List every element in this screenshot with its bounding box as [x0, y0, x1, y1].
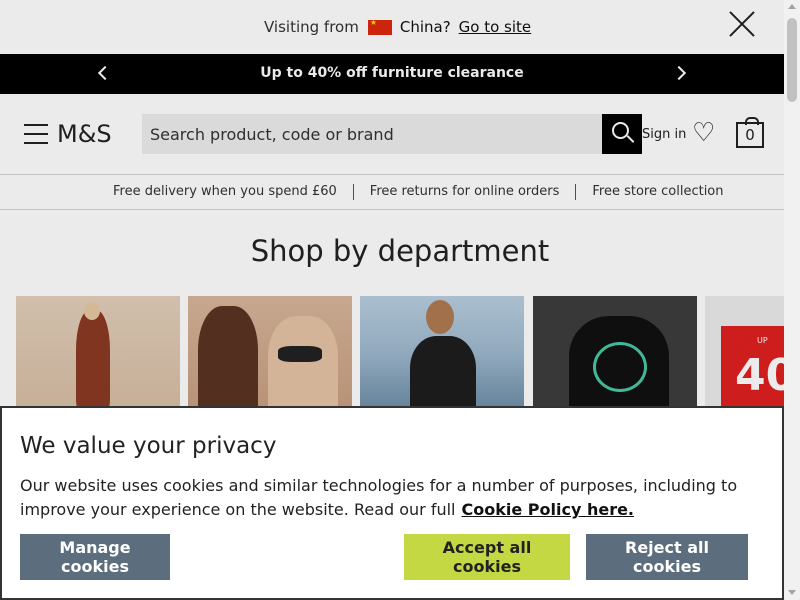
scroll-down-icon[interactable]	[788, 590, 796, 595]
scroll-up-icon[interactable]	[788, 4, 796, 9]
accept-all-cookies-button[interactable]: Accept all cookies	[404, 534, 570, 580]
page: Visiting from China? Go to site Up to 40…	[0, 0, 784, 600]
cookie-banner: We value your privacy Our website uses c…	[0, 406, 784, 600]
scrollbar-thumb[interactable]	[787, 18, 797, 102]
cookie-policy-link[interactable]: Cookie Policy here.	[462, 500, 635, 519]
reject-all-cookies-button[interactable]: Reject all cookies	[586, 534, 748, 580]
scrollbar[interactable]	[784, 0, 800, 600]
cookie-title: We value your privacy	[20, 433, 277, 459]
manage-cookies-button[interactable]: Manage cookies	[20, 534, 170, 580]
cookie-text: Our website uses cookies and similar tec…	[20, 474, 760, 522]
